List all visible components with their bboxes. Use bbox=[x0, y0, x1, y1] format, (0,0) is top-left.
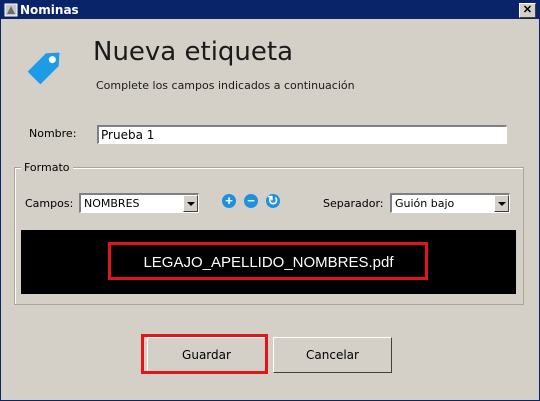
remove-field-button[interactable]: − bbox=[244, 194, 258, 208]
add-field-button[interactable]: + bbox=[222, 194, 236, 208]
preview-highlight bbox=[108, 242, 428, 280]
chevron-down-icon[interactable] bbox=[494, 195, 509, 212]
title-bar: Nominas ✕ bbox=[1, 1, 539, 19]
name-label: Nombre: bbox=[29, 127, 77, 140]
cancel-button[interactable]: Cancelar bbox=[273, 337, 392, 373]
app-icon bbox=[4, 3, 18, 17]
separator-select[interactable]: Guión bajo bbox=[390, 193, 510, 213]
page-subtitle: Complete los campos indicados a continua… bbox=[96, 79, 355, 92]
format-legend: Formato bbox=[21, 161, 73, 174]
page-title: Nueva etiqueta bbox=[93, 37, 294, 67]
chevron-down-icon[interactable] bbox=[183, 195, 198, 212]
reset-fields-button[interactable]: ↻ bbox=[266, 194, 280, 208]
window-title: Nominas bbox=[20, 3, 79, 17]
fields-select[interactable]: NOMBRES bbox=[79, 193, 199, 213]
dialog-window: Nominas ✕ Nueva etiqueta Complete los ca… bbox=[0, 0, 540, 401]
separator-label: Separador: bbox=[323, 197, 384, 210]
fields-label: Campos: bbox=[25, 197, 74, 210]
close-button[interactable]: ✕ bbox=[519, 3, 536, 18]
name-input[interactable]: Prueba 1 bbox=[97, 125, 507, 144]
fields-select-value: NOMBRES bbox=[84, 197, 140, 210]
separator-select-value: Guión bajo bbox=[395, 197, 455, 210]
tag-icon bbox=[27, 52, 60, 85]
save-highlight bbox=[141, 334, 268, 374]
